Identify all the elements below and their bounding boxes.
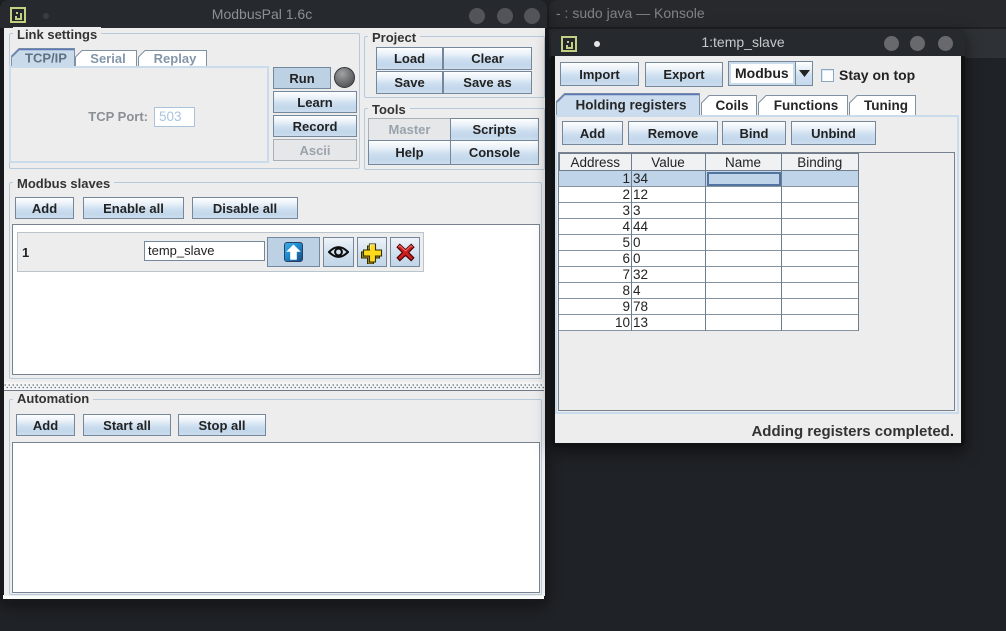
svg-text:Replay: Replay [154, 51, 197, 66]
svg-text:Functions: Functions [774, 98, 839, 113]
svg-text:Serial: Serial [90, 51, 125, 66]
svg-text:TCP/IP: TCP/IP [25, 51, 67, 66]
svg-text:Holding registers: Holding registers [575, 98, 686, 113]
svg-text:Coils: Coils [715, 98, 748, 113]
svg-text:Tuning: Tuning [864, 98, 908, 113]
